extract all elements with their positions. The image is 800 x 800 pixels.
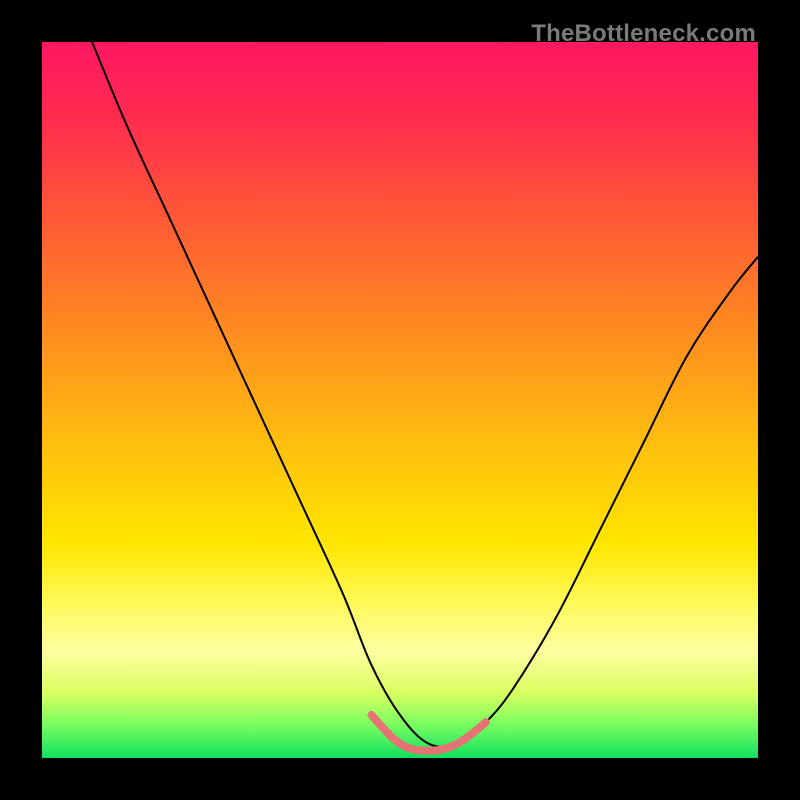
optimal-range-highlight	[371, 715, 486, 751]
bottleneck-curve	[92, 42, 758, 747]
chart-frame: TheBottleneck.com	[0, 0, 800, 800]
chart-svg	[42, 42, 758, 758]
